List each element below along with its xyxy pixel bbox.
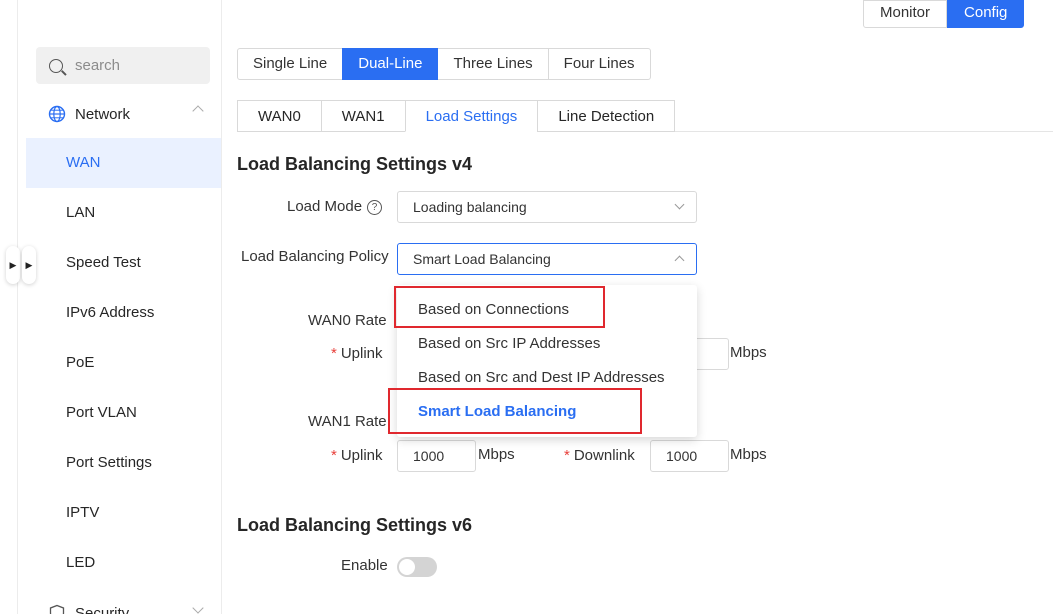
wan1-downlink-input[interactable]: 1000 — [650, 440, 729, 472]
three-lines-button[interactable]: Three Lines — [437, 48, 549, 80]
required-mark: * — [331, 345, 337, 362]
uplink-label-text: Uplink — [340, 447, 383, 464]
policy-option-src-dest-ip[interactable]: Based on Src and Dest IP Addresses — [418, 369, 665, 386]
sidebar-item-lan[interactable]: LAN — [26, 188, 221, 238]
sidebar-item-led[interactable]: LED — [26, 538, 221, 588]
load-mode-label-text: Load Mode — [287, 198, 363, 215]
chevron-down-icon — [192, 602, 204, 614]
tab-load-settings[interactable]: Load Settings — [404, 100, 539, 132]
config-button[interactable]: Config — [947, 0, 1025, 28]
single-line-button[interactable]: Single Line — [237, 48, 344, 80]
wan1-downlink-unit: Mbps — [730, 446, 767, 463]
policy-dropdown-menu: Based on Connections Based on Src IP Add… — [397, 285, 697, 437]
view-mode-switch: Monitor Config — [863, 0, 1025, 28]
load-mode-value: Loading balancing — [413, 199, 527, 215]
tab-wan0[interactable]: WAN0 — [237, 100, 322, 132]
expand-arrow-icon[interactable]: ▶ — [6, 246, 20, 284]
tab-underline-divider — [675, 131, 1053, 132]
policy-label: Load Balancing Policy — [241, 248, 389, 265]
sidebar-item-port-settings[interactable]: Port Settings — [26, 438, 221, 488]
line-mode-selector: Single Line Dual-Line Three Lines Four L… — [237, 48, 651, 80]
policy-select[interactable]: Smart Load Balancing — [397, 243, 697, 275]
section-title-v4: Load Balancing Settings v4 — [237, 154, 473, 174]
section-title-v6: Load Balancing Settings v6 — [237, 515, 473, 535]
chevron-down-icon — [674, 199, 685, 210]
shield-icon — [49, 604, 65, 614]
search-input[interactable]: search — [36, 47, 210, 84]
downlink-label-text: Downlink — [573, 447, 635, 464]
wan1-uplink-unit: Mbps — [478, 446, 515, 463]
wan0-uplink-label: * Uplink — [331, 345, 383, 362]
sidebar-item-wan[interactable]: WAN — [26, 138, 221, 188]
sidebar-item-ipv6-address[interactable]: IPv6 Address — [26, 288, 221, 338]
policy-option-smart[interactable]: Smart Load Balancing — [418, 403, 576, 420]
left-edge-strip — [0, 0, 18, 614]
config-tabs: WAN0 WAN1 Load Settings Line Detection — [237, 100, 676, 132]
dual-line-button[interactable]: Dual-Line — [342, 48, 439, 80]
sidebar-item-poe[interactable]: PoE — [26, 338, 221, 388]
search-placeholder: search — [75, 57, 121, 74]
wan1-downlink-label: * Downlink — [564, 447, 635, 464]
wan0-downlink-unit: Mbps — [730, 344, 767, 361]
sidebar-group-label: Security — [75, 604, 130, 614]
load-mode-label: Load Mode? — [287, 198, 383, 215]
policy-option-connections[interactable]: Based on Connections — [418, 301, 569, 318]
uplink-label-text: Uplink — [340, 345, 383, 362]
policy-option-src-ip[interactable]: Based on Src IP Addresses — [418, 335, 600, 352]
sidebar-group-security[interactable]: Security — [26, 598, 221, 614]
enable-toggle[interactable] — [397, 557, 437, 577]
chevron-up-icon — [674, 255, 685, 266]
globe-icon — [48, 105, 66, 123]
wan1-uplink-input[interactable]: 1000 — [397, 440, 476, 472]
help-icon[interactable]: ? — [367, 200, 383, 215]
sidebar-group-network[interactable]: Network — [26, 94, 221, 134]
load-mode-select[interactable]: Loading balancing — [397, 191, 697, 223]
monitor-button[interactable]: Monitor — [863, 0, 948, 28]
tab-wan1[interactable]: WAN1 — [320, 100, 406, 132]
tab-line-detection[interactable]: Line Detection — [537, 100, 676, 132]
wan1-uplink-label: * Uplink — [331, 447, 383, 464]
sidebar-item-port-vlan[interactable]: Port VLAN — [26, 388, 221, 438]
sidebar: search Network WAN LAN Speed Test IPv6 A… — [26, 0, 222, 614]
search-icon — [49, 58, 63, 73]
required-mark: * — [331, 447, 337, 464]
policy-value: Smart Load Balancing — [413, 251, 551, 267]
wan0-rate-label: WAN0 Rate — [308, 312, 387, 329]
four-lines-button[interactable]: Four Lines — [547, 48, 651, 80]
sidebar-group-label: Network — [75, 105, 131, 123]
sidebar-nav-list: WAN LAN Speed Test IPv6 Address PoE Port… — [26, 138, 221, 588]
chevron-up-icon — [192, 105, 204, 117]
wan1-rate-label: WAN1 Rate — [308, 413, 387, 430]
enable-label: Enable — [341, 557, 388, 574]
sidebar-item-iptv[interactable]: IPTV — [26, 488, 221, 538]
sidebar-item-speed-test[interactable]: Speed Test — [26, 238, 221, 288]
required-mark: * — [564, 447, 570, 464]
